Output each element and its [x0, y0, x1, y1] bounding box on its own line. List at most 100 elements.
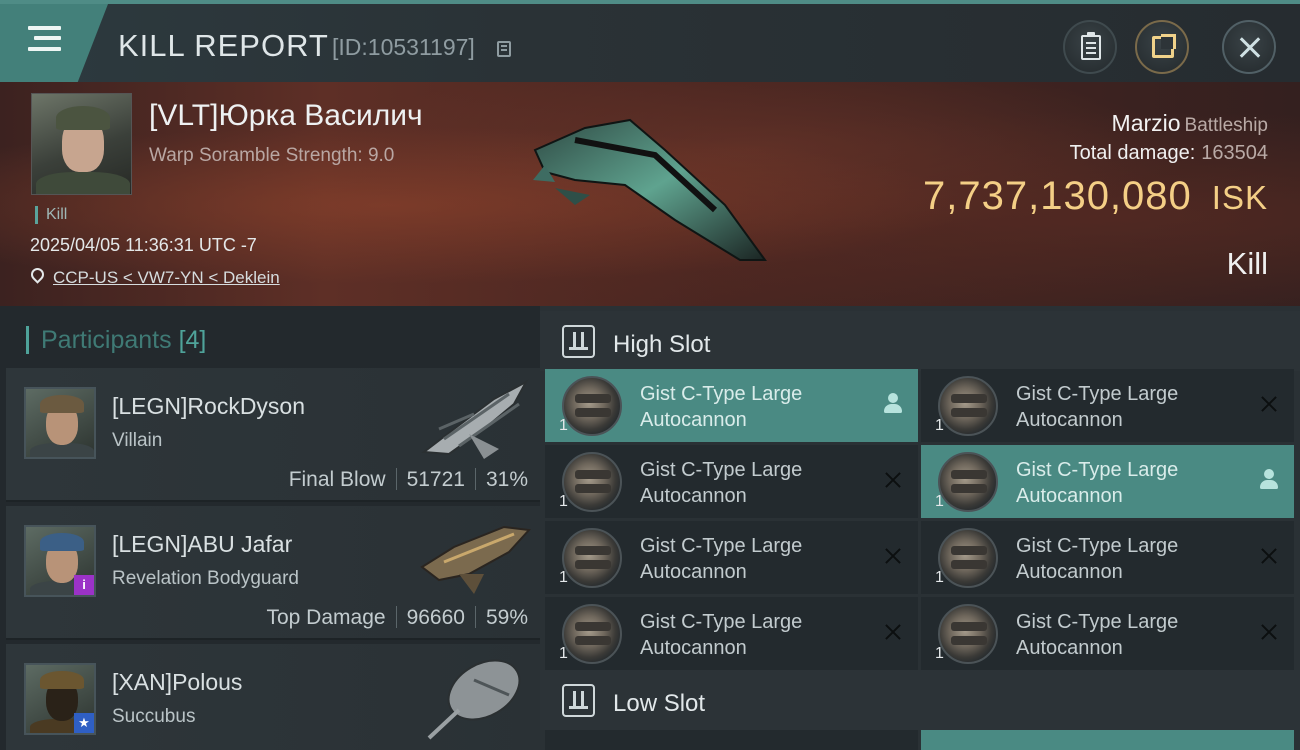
- total-damage: Total damage: 163504: [1070, 142, 1268, 165]
- close-icon: [1224, 22, 1274, 72]
- participants-panel: Participants [4] [LEGN]RockDyson Villain…: [0, 306, 540, 750]
- autocannon-icon: [938, 376, 998, 436]
- menu-button[interactable]: [0, 4, 108, 82]
- page-title: KILL REPORT: [118, 28, 329, 63]
- participant-name: [LEGN]RockDyson: [112, 393, 306, 419]
- person-icon: [1259, 469, 1279, 491]
- module-item[interactable]: 1 Gist C-Type Large Autocannon: [921, 369, 1294, 442]
- participants-label: Participants: [41, 326, 172, 354]
- close-button[interactable]: [1222, 20, 1276, 74]
- participant-name: [LEGN]ABU Jafar: [112, 531, 293, 557]
- destroyed-x-icon: [1259, 394, 1279, 414]
- star-badge-icon: ★: [74, 713, 94, 733]
- module-name: Gist C-Type Large Autocannon: [1016, 611, 1179, 659]
- result-label: Kill: [1226, 246, 1268, 281]
- participants-count: [4]: [178, 326, 207, 354]
- victim-avatar[interactable]: [31, 93, 132, 195]
- low-slot-title: Low Slot: [613, 690, 706, 717]
- autocannon-icon: [562, 452, 622, 512]
- destroyed-x-icon: [883, 546, 903, 566]
- clipboard-icon: [1081, 32, 1101, 60]
- destroyed-x-icon: [1259, 546, 1279, 566]
- module-item[interactable]: 1 Gist C-Type Large Autocannon: [545, 369, 918, 442]
- participant-avatar[interactable]: ★: [24, 663, 96, 735]
- participant-row[interactable]: ★ [XAN]Polous Succubus: [6, 644, 540, 750]
- module-quantity: 1: [559, 645, 568, 662]
- participants-header: Participants [4]: [26, 326, 206, 354]
- total-damage-label: Total damage:: [1069, 142, 1196, 164]
- module-quantity: 1: [559, 569, 568, 586]
- participant-role: Top Damage: [266, 606, 386, 629]
- share-icon: [1152, 34, 1176, 58]
- participant-stats: Final Blow 51721 31%: [289, 468, 528, 492]
- participant-avatar[interactable]: [24, 387, 96, 459]
- autocannon-icon: [938, 452, 998, 512]
- total-damage-value: 163504: [1201, 142, 1268, 164]
- person-icon: [883, 393, 903, 415]
- module-quantity: 1: [935, 493, 944, 510]
- low-slot-header[interactable]: Low Slot: [540, 670, 1300, 730]
- fitting-panel: High Slot 1 Gist C-Type Large Autocannon…: [540, 306, 1300, 750]
- copy-icon[interactable]: [497, 41, 511, 57]
- low-slot-icon: [562, 684, 595, 717]
- report-id: [ID:10531197]: [332, 34, 475, 60]
- autocannon-icon: [562, 604, 622, 664]
- participant-ship: Revelation Bodyguard: [112, 568, 299, 589]
- participant-percent: 59%: [485, 606, 528, 629]
- module-name: Gist C-Type Large Autocannon: [640, 459, 803, 507]
- share-button[interactable]: [1135, 20, 1189, 74]
- autocannon-icon: [562, 528, 622, 588]
- module-quantity: 1: [935, 569, 944, 586]
- module-quantity: 1: [935, 645, 944, 662]
- module-item[interactable]: 1 Gist C-Type Large Autocannon: [545, 521, 918, 594]
- participant-ship-image: [421, 379, 529, 459]
- participant-damage: 51721: [406, 468, 465, 491]
- module-quantity: 1: [559, 417, 568, 434]
- participant-ship-image: [420, 525, 532, 594]
- kill-timestamp: 2025/04/05 11:36:31 UTC -7: [30, 235, 257, 255]
- module-item[interactable]: 1 Gist C-Type Large Autocannon: [921, 445, 1294, 518]
- victim-ship-class: Battleship: [1184, 115, 1268, 136]
- autocannon-icon: [938, 528, 998, 588]
- location-link[interactable]: CCP-US < VW7-YN < Deklein: [53, 268, 280, 288]
- victim-ship-image[interactable]: [515, 110, 775, 275]
- destroyed-x-icon: [883, 622, 903, 642]
- victim-ship: Marzio Battleship: [1112, 110, 1268, 137]
- high-slot-header[interactable]: High Slot: [540, 311, 1300, 371]
- participant-row[interactable]: i [LEGN]ABU Jafar Revelation Bodyguard T…: [6, 506, 540, 640]
- module-name: Gist C-Type Large Autocannon: [1016, 459, 1179, 507]
- module-name: Gist C-Type Large Autocannon: [640, 535, 803, 583]
- participant-name: [XAN]Polous: [112, 669, 243, 695]
- isk-unit: ISK: [1211, 179, 1268, 216]
- destroyed-x-icon: [1259, 622, 1279, 642]
- high-slot-icon: [562, 325, 595, 358]
- module-item[interactable]: 1 Gist C-Type Large Autocannon: [545, 597, 918, 670]
- victim-ship-name: Marzio: [1111, 110, 1181, 136]
- module-item[interactable]: 1 Gist C-Type Large Autocannon: [921, 521, 1294, 594]
- module-quantity: 1: [559, 493, 568, 510]
- participant-ship: Succubus: [112, 706, 196, 727]
- clipboard-button[interactable]: [1063, 20, 1117, 74]
- victim-name[interactable]: [VLT]Юрка Василич: [149, 99, 423, 133]
- isk-amount: 7,737,130,080: [922, 174, 1192, 218]
- module-quantity: 1: [935, 417, 944, 434]
- participant-percent: 31%: [485, 468, 528, 491]
- participant-ship: Villain: [112, 430, 163, 451]
- participant-row[interactable]: [LEGN]RockDyson Villain Final Blow 51721 3…: [6, 368, 540, 502]
- high-slot-title: High Slot: [613, 331, 711, 358]
- module-name: Gist C-Type Large Autocannon: [1016, 383, 1179, 431]
- participant-ship-image: [427, 659, 521, 740]
- destroyed-x-icon: [883, 470, 903, 490]
- location-pin-icon: [28, 265, 47, 284]
- module-item[interactable]: 1 Gist C-Type Large Autocannon: [545, 445, 918, 518]
- participant-stats: Top Damage 96660 59%: [266, 606, 528, 630]
- top-bar: KILL REPORT [ID:10531197]: [0, 0, 1300, 82]
- module-name: Gist C-Type Large Autocannon: [1016, 535, 1179, 583]
- victim-banner: [VLT]Юрка Василич Warp Soramble Strength…: [0, 82, 1300, 306]
- warp-scramble-strength: Warp Soramble Strength: 9.0: [149, 145, 395, 166]
- module-item-partial[interactable]: [921, 730, 1294, 750]
- module-item-partial[interactable]: [545, 730, 918, 750]
- module-item[interactable]: 1 Gist C-Type Large Autocannon: [921, 597, 1294, 670]
- participant-avatar[interactable]: i: [24, 525, 96, 597]
- participant-damage: 96660: [406, 606, 465, 629]
